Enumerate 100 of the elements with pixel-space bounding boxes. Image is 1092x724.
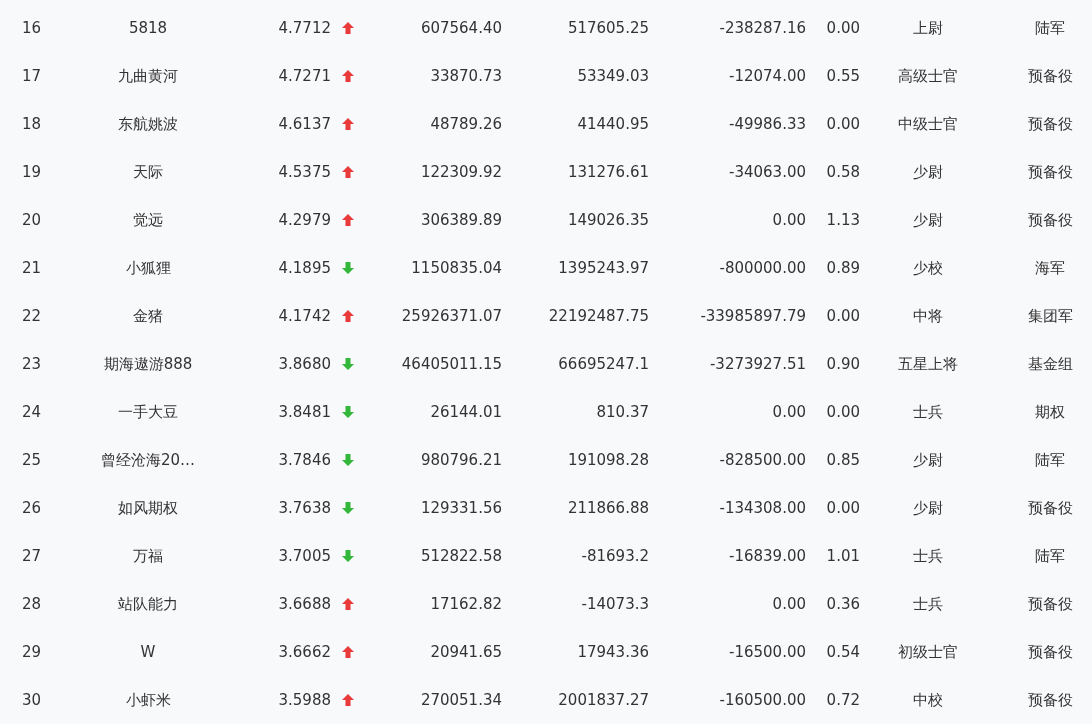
user-name: 东航姚波: [118, 114, 178, 133]
rank-number: 24: [22, 403, 42, 421]
amount-value: 20941.65: [430, 643, 502, 661]
group-name: 预备役: [1027, 498, 1073, 517]
rank-title: 中校: [913, 690, 943, 709]
group-name: 陆军: [1035, 546, 1065, 565]
user-name: 天际: [133, 162, 163, 181]
amount-value: -3273927.51: [709, 355, 806, 373]
amount-value: 17162.82: [430, 595, 502, 613]
rank-number: 26: [22, 499, 42, 517]
amount-value: 26144.01: [430, 403, 502, 421]
rank-title: 少尉: [913, 162, 943, 181]
rank-title: 士兵: [913, 594, 943, 613]
user-name: 如风期权: [118, 498, 178, 517]
user-name: 一手大豆: [118, 402, 178, 421]
amount-value: 0.00: [772, 403, 806, 421]
rank-title: 中将: [913, 306, 943, 325]
rank-number: 27: [22, 547, 42, 565]
amount-value: 517605.25: [567, 19, 649, 37]
ratio-value: 0.54: [826, 643, 860, 661]
amount-value: 980796.21: [420, 451, 502, 469]
amount-value: 149026.35: [567, 211, 649, 229]
score-value: 4.2979: [278, 211, 331, 229]
ratio-value: 0.85: [826, 451, 860, 469]
score-value: 4.7271: [278, 67, 331, 85]
amount-value: -16839.00: [729, 547, 806, 565]
score-value: 4.1742: [278, 307, 331, 325]
ratio-value: 0.00: [826, 499, 860, 517]
group-name: 集团军: [1027, 306, 1073, 325]
user-name: 5818: [128, 19, 168, 37]
amount-value: -238287.16: [719, 19, 806, 37]
group-name: 基金组: [1027, 354, 1073, 373]
amount-value: -16500.00: [729, 643, 806, 661]
rank-number: 30: [22, 691, 42, 709]
ratio-value: 0.55: [826, 67, 860, 85]
amount-value: 46405011.15: [401, 355, 502, 373]
rank-number: 23: [22, 355, 42, 373]
amount-value: 0.00: [772, 595, 806, 613]
amount-value: -14073.3: [581, 595, 649, 613]
rank-number: 25: [22, 451, 42, 469]
score-value: 4.5375: [278, 163, 331, 181]
amount-value: 33870.73: [430, 67, 502, 85]
user-name: 万福: [133, 546, 163, 565]
group-name: 预备役: [1027, 642, 1073, 661]
amount-value: 48789.26: [430, 115, 502, 133]
ratio-value: 1.13: [826, 211, 860, 229]
group-name: 预备役: [1027, 210, 1073, 229]
amount-value: -134308.00: [719, 499, 806, 517]
amount-value: 810.37: [596, 403, 649, 421]
rank-title: 士兵: [913, 402, 943, 421]
rank-title: 士兵: [913, 546, 943, 565]
rank-title: 少尉: [913, 450, 943, 469]
ratio-value: 0.36: [826, 595, 860, 613]
amount-value: 306389.89: [420, 211, 502, 229]
ratio-value: 0.90: [826, 355, 860, 373]
amount-value: 25926371.07: [401, 307, 502, 325]
amount-value: 607564.40: [420, 19, 502, 37]
group-name: 预备役: [1027, 114, 1073, 133]
score-value: 3.6662: [278, 643, 331, 661]
ratio-value: 0.00: [826, 19, 860, 37]
amount-value: 211866.88: [567, 499, 649, 517]
amount-value: 131276.61: [567, 163, 649, 181]
amount-value: 0.00: [772, 211, 806, 229]
amount-value: -12074.00: [729, 67, 806, 85]
ratio-value: 0.00: [826, 403, 860, 421]
rank-number: 29: [22, 643, 42, 661]
rank-number: 22: [22, 307, 42, 325]
rank-title: 中级士官: [898, 114, 958, 133]
group-name: 预备役: [1027, 594, 1073, 613]
amount-value: 66695247.1: [558, 355, 649, 373]
ratio-value: 0.00: [826, 307, 860, 325]
user-name: 金猪: [133, 306, 163, 325]
group-name: 预备役: [1027, 66, 1073, 85]
amount-value: 270051.34: [420, 691, 502, 709]
amount-value: -800000.00: [719, 259, 806, 277]
amount-value: -160500.00: [719, 691, 806, 709]
ratio-value: 1.01: [826, 547, 860, 565]
amount-value: 129331.56: [420, 499, 502, 517]
amount-value: 53349.03: [577, 67, 649, 85]
rank-number: 18: [22, 115, 42, 133]
user-name: 九曲黄河: [118, 66, 178, 85]
ratio-value: 0.89: [826, 259, 860, 277]
score-value: 3.8680: [278, 355, 331, 373]
rank-title: 少尉: [913, 210, 943, 229]
amount-value: -34063.00: [729, 163, 806, 181]
rank-title: 少校: [913, 258, 943, 277]
group-name: 海军: [1035, 258, 1065, 277]
score-value: 3.5988: [278, 691, 331, 709]
user-name: 期海遨游888: [103, 354, 193, 373]
amount-value: 122309.92: [420, 163, 502, 181]
user-name: 觉远: [133, 210, 163, 229]
user-name: 小狐狸: [125, 258, 171, 277]
amount-value: 512822.58: [420, 547, 502, 565]
amount-value: 1150835.04: [411, 259, 502, 277]
rank-title: 五星上将: [898, 354, 958, 373]
amount-value: 1395243.97: [558, 259, 649, 277]
rank-title: 初级士官: [898, 642, 958, 661]
score-value: 3.6688: [278, 595, 331, 613]
amount-value: 22192487.75: [548, 307, 649, 325]
rank-number: 28: [22, 595, 42, 613]
